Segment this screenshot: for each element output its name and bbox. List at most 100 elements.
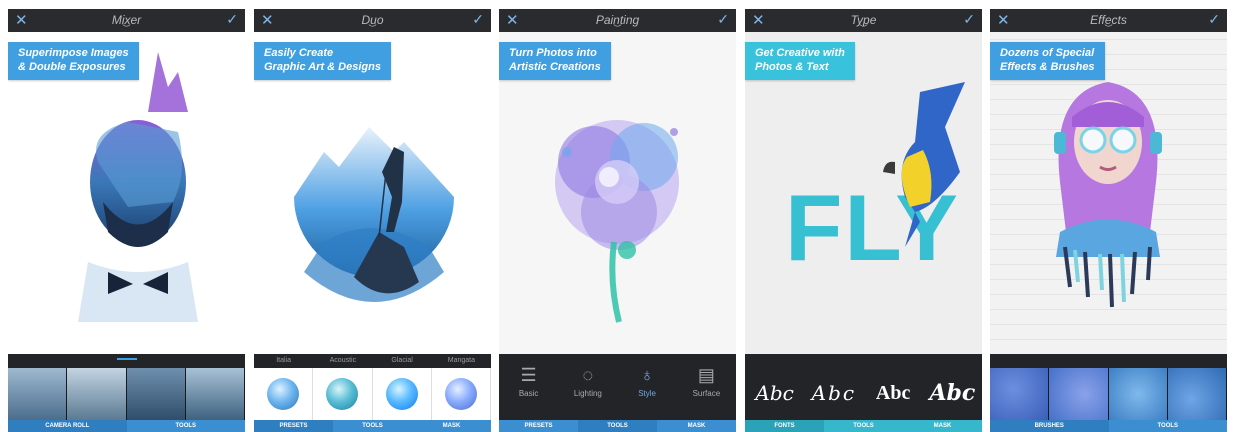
checkmark-icon[interactable]: ✓: [717, 11, 729, 28]
photo-thumbnail[interactable]: [67, 368, 127, 420]
photo-thumbnails: [8, 368, 245, 420]
tool-options: ☰ Basic ◌ Lighting ♁ Style ▤ Surface: [499, 362, 736, 418]
photo-thumbnail[interactable]: [126, 368, 186, 420]
brush-thumbnail[interactable]: [1049, 368, 1109, 420]
tools-tray: ☰ Basic ◌ Lighting ♁ Style ▤ Surface: [499, 354, 736, 420]
top-toolbar: ✕ Type ︶ ✓: [745, 9, 982, 33]
tab-tools[interactable]: TOOLS: [333, 420, 412, 432]
type-screen: ✕ Type ︶ ✓ FLY Get Creative with Photos …: [745, 9, 982, 432]
preset-label[interactable]: Italia: [254, 354, 313, 368]
feature-caption: Dozens of Special Effects & Brushes: [990, 42, 1105, 80]
tool-label: Surface: [692, 389, 721, 398]
tab-tools[interactable]: TOOLS: [578, 420, 657, 432]
checkmark-icon[interactable]: ✓: [1208, 11, 1220, 28]
bottom-tab-bar: PRESETS TOOLS MASK: [499, 420, 736, 432]
double-exposure-artwork: [78, 52, 198, 322]
paint-drop-icon: ♁: [640, 365, 654, 385]
font-samples: Abc Abc Abc Abc: [745, 368, 982, 418]
fonts-tray: Abc Abc Abc Abc: [745, 354, 982, 420]
preset-label[interactable]: Acoustic: [313, 354, 372, 368]
editing-canvas[interactable]: Turn Photos into Artistic Creations: [499, 32, 736, 354]
top-toolbar: ✕ Mixer ︶ ✓: [8, 9, 245, 33]
preset-thumbnails: [254, 368, 491, 420]
caption-line: Superimpose Images: [18, 47, 129, 59]
preset-thumbnail[interactable]: [373, 368, 432, 420]
camera-roll-tray: [8, 354, 245, 420]
preset-preview-image: [267, 378, 300, 410]
preset-label[interactable]: Mangata: [432, 354, 491, 368]
tab-presets[interactable]: PRESETS: [499, 420, 578, 432]
mixer-screen: ✕ Mixer ︶ ✓ Superimpose Images & Double …: [8, 9, 245, 432]
font-sample[interactable]: Abc: [923, 380, 982, 406]
tab-camera-roll[interactable]: CAMERA ROLL: [8, 420, 127, 432]
preset-thumbnail[interactable]: [432, 368, 491, 420]
drag-handle[interactable]: [116, 358, 137, 360]
checkmark-icon[interactable]: ✓: [472, 11, 484, 28]
font-sample[interactable]: Abc: [864, 382, 923, 405]
bottom-tab-bar: CAMERA ROLL TOOLS: [8, 420, 245, 432]
bottom-tab-bar: FONTS TOOLS MASK: [745, 420, 982, 432]
tool-style[interactable]: ♁ Style: [618, 362, 677, 418]
tab-mask[interactable]: MASK: [412, 420, 491, 432]
feature-caption: Easily Create Graphic Art & Designs: [254, 42, 391, 80]
preset-thumbnail[interactable]: [313, 368, 373, 420]
tab-tools[interactable]: TOOLS: [127, 420, 246, 432]
tab-brushes[interactable]: BRUSHES: [990, 420, 1109, 432]
checkmark-icon[interactable]: ✓: [226, 11, 238, 28]
watercolor-flower-artwork: [555, 120, 679, 323]
preset-label[interactable]: Glacial: [373, 354, 432, 368]
editing-canvas[interactable]: Dozens of Special Effects & Brushes: [990, 32, 1227, 354]
duotone-mountain-artwork: [294, 127, 454, 302]
lightbulb-icon: ◌: [582, 365, 594, 385]
caption-line: Photos & Text: [755, 61, 829, 73]
surface-texture-icon: ▤: [697, 365, 715, 385]
feature-caption: Get Creative with Photos & Text: [745, 42, 855, 80]
preset-labels: Italia Acoustic Glacial Mangata: [254, 354, 491, 368]
checkmark-icon[interactable]: ✓: [963, 11, 975, 28]
tool-basic[interactable]: ☰ Basic: [499, 362, 558, 418]
editing-canvas[interactable]: Easily Create Graphic Art & Designs: [254, 32, 491, 354]
effects-screen: ✕ Effects ︶ ✓ Dozens of Special Effects …: [990, 9, 1227, 432]
duo-screen: ✕ Duo ︶ ✓ Easily Create Graphic Art & De…: [254, 9, 491, 432]
tab-mask[interactable]: MASK: [903, 420, 982, 432]
brush-thumbnail[interactable]: [1108, 368, 1168, 420]
top-toolbar: ✕ Effects ︶ ✓: [990, 9, 1227, 33]
presets-tray: Italia Acoustic Glacial Mangata: [254, 354, 491, 420]
bottom-tab-bar: BRUSHES TOOLS: [990, 420, 1227, 432]
top-toolbar: ✕ Painting ︶ ✓: [499, 9, 736, 33]
tab-presets[interactable]: PRESETS: [254, 420, 333, 432]
painting-screen: ✕ Painting ︶ ✓ Turn Photos into Artistic…: [499, 9, 736, 432]
photo-thumbnail[interactable]: [8, 368, 68, 420]
tab-tools[interactable]: TOOLS: [824, 420, 903, 432]
top-toolbar: ✕ Duo ︶ ✓: [254, 9, 491, 33]
tool-label: Basic: [518, 389, 539, 398]
tool-lighting[interactable]: ◌ Lighting: [558, 362, 617, 418]
editing-canvas[interactable]: Superimpose Images & Double Exposures: [8, 32, 245, 354]
brush-thumbnail[interactable]: [990, 368, 1050, 420]
tab-fonts[interactable]: FONTS: [745, 420, 824, 432]
caption-line: Dozens of Special: [1000, 47, 1095, 59]
preset-preview-image: [385, 378, 418, 410]
tool-surface[interactable]: ▤ Surface: [677, 362, 736, 418]
tool-label: Style: [638, 389, 657, 398]
brush-thumbnail[interactable]: [1167, 368, 1227, 420]
preset-preview-image: [326, 378, 359, 410]
caption-line: Effects & Brushes: [1000, 61, 1095, 73]
parrot-typography-artwork: FLY: [785, 82, 965, 280]
caption-line: Easily Create: [264, 47, 334, 59]
bottom-tab-bar: PRESETS TOOLS MASK: [254, 420, 491, 432]
caption-line: & Double Exposures: [18, 61, 126, 73]
photo-thumbnail[interactable]: [185, 368, 245, 420]
paint-drip-portrait-artwork: [1054, 82, 1162, 308]
preset-preview-image: [444, 378, 477, 410]
font-sample[interactable]: Abc: [804, 381, 863, 405]
sliders-icon: ☰: [520, 365, 537, 385]
caption-line: Turn Photos into: [509, 47, 597, 59]
tool-label: Lighting: [573, 389, 602, 398]
preset-thumbnail[interactable]: [254, 368, 314, 420]
tab-tools[interactable]: TOOLS: [1109, 420, 1228, 432]
font-sample[interactable]: Abc: [745, 381, 804, 405]
caption-line: Get Creative with: [755, 47, 845, 59]
tab-mask[interactable]: MASK: [657, 420, 736, 432]
editing-canvas[interactable]: FLY Get Creative with Photos & Text: [745, 32, 982, 354]
